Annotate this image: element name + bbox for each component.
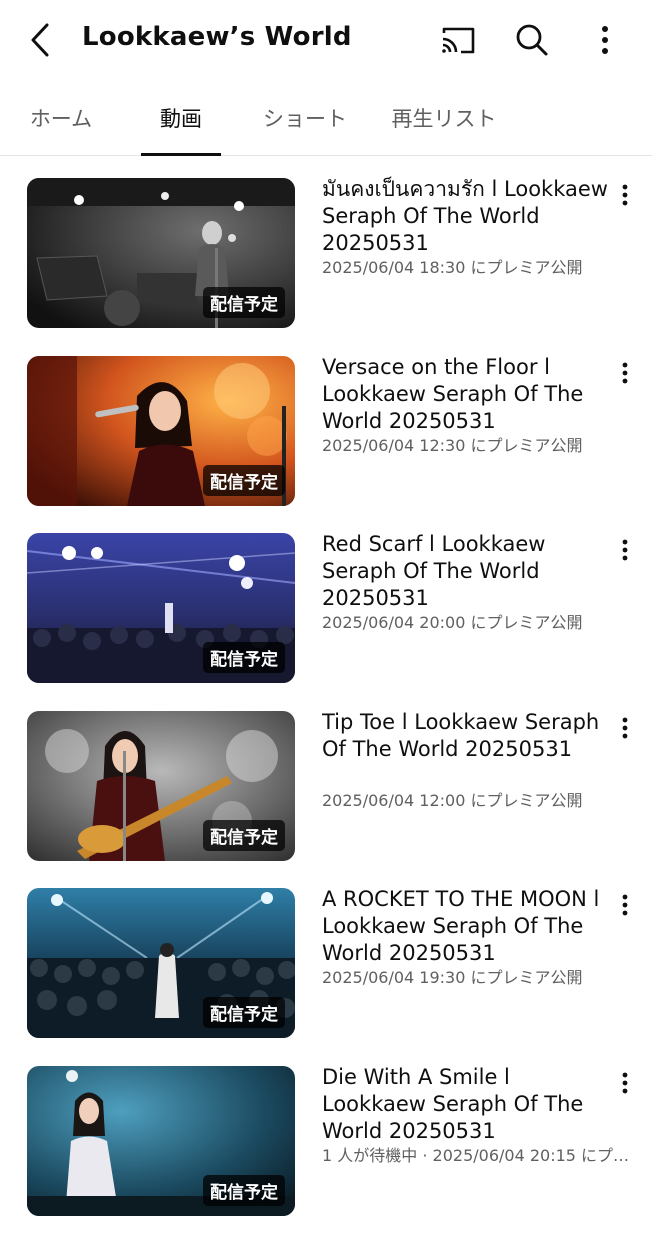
video-item[interactable]: 配信予定 Die With A Smile l Lookkaew Seraph …: [0, 1066, 652, 1243]
video-more-button[interactable]: [612, 358, 638, 388]
video-thumbnail[interactable]: 配信予定: [27, 356, 295, 506]
tab-playlists[interactable]: 再生リスト: [389, 80, 499, 155]
more-vertical-icon: [600, 25, 610, 55]
video-more-button[interactable]: [612, 713, 638, 743]
video-thumbnail[interactable]: 配信予定: [27, 711, 295, 861]
video-item[interactable]: 配信予定 Versace on the Floor l Lookkaew Ser…: [0, 356, 652, 534]
more-vertical-icon: [621, 894, 629, 916]
scheduled-badge: 配信予定: [203, 1175, 285, 1206]
more-vertical-icon: [621, 1072, 629, 1094]
app-header: Lookkaew’s World: [0, 0, 652, 80]
video-title[interactable]: A ROCKET TO THE MOON l Lookkaew Seraph O…: [322, 886, 612, 967]
video-title[interactable]: Tip Toe l Lookkaew Seraph Of The World 2…: [322, 709, 612, 763]
search-button[interactable]: [512, 20, 552, 60]
video-title[interactable]: Die With A Smile l Lookkaew Seraph Of Th…: [322, 1064, 612, 1145]
video-item[interactable]: 配信予定 Red Scarf l Lookkaew Seraph Of The …: [0, 533, 652, 711]
scheduled-badge: 配信予定: [203, 820, 285, 851]
cast-button[interactable]: [438, 20, 478, 60]
video-meta: 2025/06/04 20:00 にプレミア公開: [322, 612, 634, 634]
more-vertical-icon: [621, 717, 629, 739]
scheduled-badge: 配信予定: [203, 287, 285, 318]
video-list: 配信予定 มันคงเป็นความรัก l Lookkaew Seraph …: [0, 178, 652, 1243]
video-thumbnail[interactable]: 配信予定: [27, 178, 295, 328]
scheduled-badge: 配信予定: [203, 642, 285, 673]
video-item[interactable]: 配信予定 มันคงเป็นความรัก l Lookkaew Seraph …: [0, 178, 652, 356]
video-meta: 2025/06/04 12:00 にプレミア公開: [322, 790, 634, 812]
video-thumbnail[interactable]: 配信予定: [27, 533, 295, 683]
more-options-button[interactable]: [585, 20, 625, 60]
scheduled-badge: 配信予定: [203, 465, 285, 496]
video-item[interactable]: 配信予定 A ROCKET TO THE MOON l Lookkaew Ser…: [0, 888, 652, 1066]
video-meta: 2025/06/04 19:30 にプレミア公開: [322, 967, 634, 989]
scheduled-badge: 配信予定: [203, 997, 285, 1028]
cast-icon: [439, 25, 477, 55]
video-meta: 1 人が待機中 · 2025/06/04 20:15 にプレミア公開: [322, 1145, 634, 1167]
video-title[interactable]: Red Scarf l Lookkaew Seraph Of The World…: [322, 531, 612, 612]
channel-title: Lookkaew’s World: [82, 22, 352, 52]
back-icon: [29, 22, 51, 58]
video-thumbnail[interactable]: 配信予定: [27, 888, 295, 1038]
channel-tabs: ホーム 動画 ショート 再生リスト: [0, 80, 652, 156]
video-title[interactable]: Versace on the Floor l Lookkaew Seraph O…: [322, 354, 612, 435]
video-more-button[interactable]: [612, 890, 638, 920]
video-item[interactable]: 配信予定 Tip Toe l Lookkaew Seraph Of The Wo…: [0, 711, 652, 889]
video-more-button[interactable]: [612, 1068, 638, 1098]
more-vertical-icon: [621, 184, 629, 206]
tab-home[interactable]: ホーム: [26, 80, 96, 155]
back-button[interactable]: [22, 20, 58, 60]
more-vertical-icon: [621, 362, 629, 384]
video-meta: 2025/06/04 12:30 にプレミア公開: [322, 435, 634, 457]
more-vertical-icon: [621, 539, 629, 561]
tab-shorts[interactable]: ショート: [262, 80, 348, 155]
video-more-button[interactable]: [612, 535, 638, 565]
search-icon: [514, 22, 550, 58]
video-title[interactable]: มันคงเป็นความรัก l Lookkaew Seraph Of Th…: [322, 176, 612, 257]
video-meta: 2025/06/04 18:30 にプレミア公開: [322, 257, 634, 279]
video-thumbnail[interactable]: 配信予定: [27, 1066, 295, 1216]
tab-videos[interactable]: 動画: [141, 80, 221, 155]
video-more-button[interactable]: [612, 180, 638, 210]
